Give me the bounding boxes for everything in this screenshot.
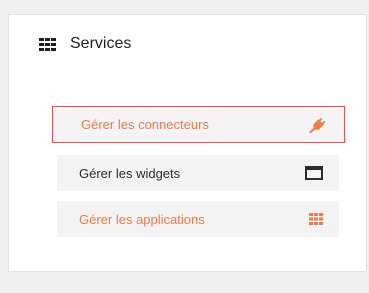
manage-applications-button[interactable]: Gérer les applications [57,201,339,237]
manage-widgets-label: Gérer les widgets [79,165,181,181]
manage-connectors-button[interactable]: Gérer les connecteurs [52,106,345,143]
plug-icon [308,117,326,133]
manage-widgets-button[interactable]: Gérer les widgets [57,155,339,191]
window-icon [305,166,323,180]
manage-connectors-label: Gérer les connecteurs [81,117,209,132]
apps-icon [309,213,323,225]
services-panel: Services Gérer les connecteurs Gérer les… [8,14,367,272]
manage-applications-label: Gérer les applications [79,211,205,227]
page: Services Gérer les connecteurs Gérer les… [0,0,369,293]
services-list: Gérer les connecteurs Gérer les widgets [9,15,366,271]
